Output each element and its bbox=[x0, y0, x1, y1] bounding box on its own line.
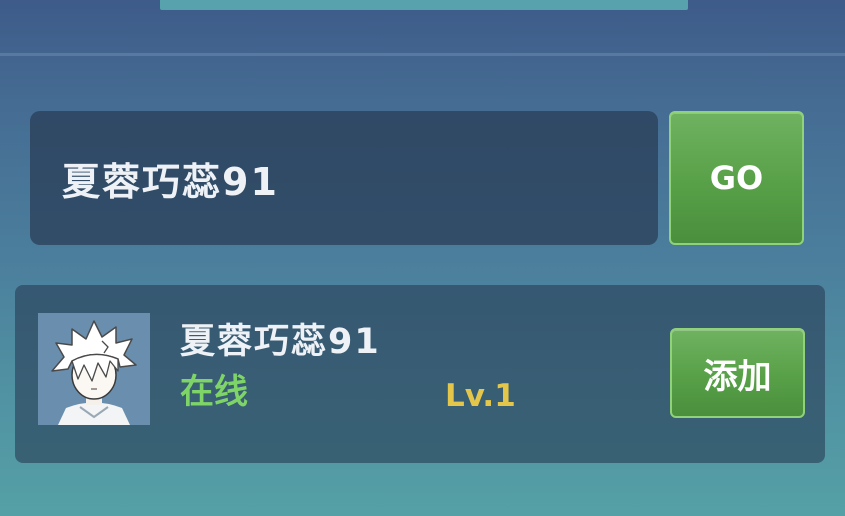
add-friend-button[interactable]: 添加 bbox=[670, 328, 805, 418]
search-input-value: 夏蓉巧蕊91 bbox=[62, 159, 279, 204]
avatar-character-icon bbox=[38, 313, 150, 425]
add-friend-button-label: 添加 bbox=[703, 356, 772, 397]
avatar bbox=[38, 313, 150, 425]
player-level: Lv.1 bbox=[445, 378, 516, 414]
go-button-label: GO bbox=[709, 159, 764, 197]
go-button[interactable]: GO bbox=[669, 111, 804, 245]
top-tab-strip bbox=[160, 0, 688, 10]
player-name: 夏蓉巧蕊91 bbox=[180, 322, 381, 362]
search-input[interactable]: 夏蓉巧蕊91 bbox=[30, 111, 658, 245]
header-divider bbox=[0, 53, 845, 56]
online-status: 在线 bbox=[180, 372, 248, 412]
